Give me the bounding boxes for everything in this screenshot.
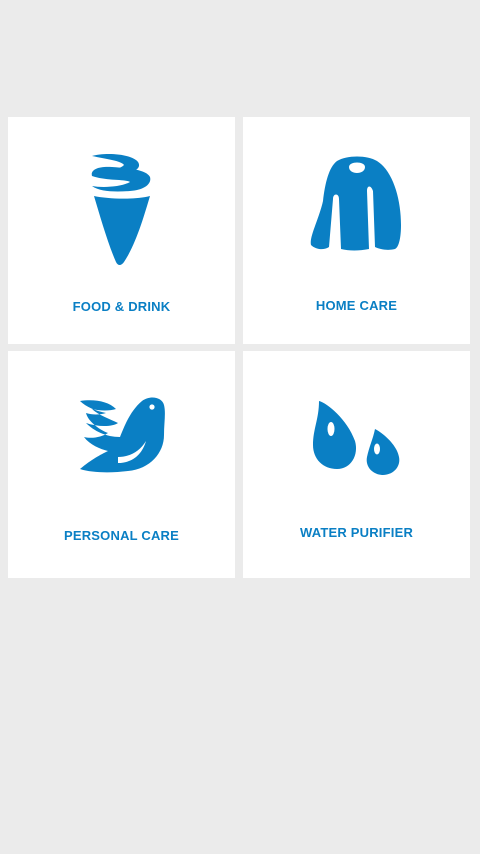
category-label: PERSONAL CARE bbox=[63, 528, 180, 543]
category-tile-home-care[interactable]: HOME CARE bbox=[243, 117, 470, 344]
category-tile-water-purifier[interactable]: WATER PURIFIER bbox=[243, 351, 470, 578]
category-tile-food-drink[interactable]: FOOD & DRINK bbox=[8, 117, 235, 344]
dove-bird-icon bbox=[80, 397, 165, 473]
category-screen: FOOD & DRINK HOME CARE PERSONAL CARE WAT… bbox=[0, 0, 480, 854]
category-label: FOOD & DRINK bbox=[72, 299, 171, 314]
category-label: WATER PURIFIER bbox=[299, 525, 414, 540]
sweater-icon bbox=[310, 156, 401, 251]
category-label: HOME CARE bbox=[315, 298, 398, 313]
category-tile-personal-care[interactable]: PERSONAL CARE bbox=[8, 351, 235, 578]
ice-cream-cone-icon bbox=[91, 154, 151, 265]
water-drops-icon bbox=[313, 401, 400, 475]
